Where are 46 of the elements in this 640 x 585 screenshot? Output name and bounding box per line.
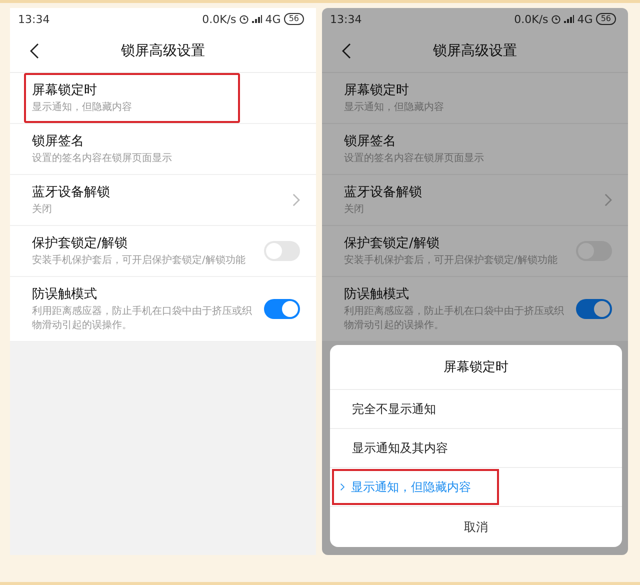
setting-description: 设置的签名内容在锁屏页面显示	[32, 152, 173, 166]
status-time: 13:34	[330, 12, 362, 26]
setting-title[interactable]: 蓝牙设备解锁	[32, 183, 284, 201]
signal-icon	[564, 14, 574, 24]
dialog-option[interactable]: 完全不显示通知	[332, 391, 456, 427]
toggle-switch[interactable]	[576, 299, 612, 319]
setting-description: 利用距离感应器，防止手机在口袋中由于挤压或织物滑动引起的误操作。	[344, 305, 565, 333]
chevron-icon	[604, 193, 612, 207]
chevron-icon	[340, 483, 345, 491]
setting-title[interactable]: 锁屏签名	[344, 132, 604, 150]
setting-description: 设置的签名内容在锁屏页面显示	[344, 152, 485, 166]
toggle-switch[interactable]	[264, 299, 300, 319]
setting-title[interactable]: 锁屏签名	[32, 132, 292, 150]
setting-title[interactable]: 屏幕锁定时	[32, 81, 232, 99]
battery-level: 56	[596, 13, 616, 25]
setting-title[interactable]: 防误触模式	[32, 285, 256, 303]
page-title: 锁屏高级设置	[121, 42, 205, 60]
chevron-icon	[292, 193, 300, 207]
dialog-title: 屏幕锁定时	[444, 359, 508, 376]
setting-description: 利用距离感应器，防止手机在口袋中由于挤压或织物滑动引起的误操作。	[32, 305, 253, 333]
page-title: 锁屏高级设置	[433, 42, 517, 60]
setting-description: 显示通知，但隐藏内容	[344, 101, 445, 115]
status-time: 13:34	[18, 12, 50, 26]
setting-description: 安装手机保护套后，可开启保护套锁定/解锁功能	[32, 254, 246, 268]
setting-description: 关闭	[32, 203, 53, 217]
battery-level: 56	[284, 13, 304, 25]
network-speed: 0.0K/s	[514, 12, 548, 26]
alarm-icon	[551, 14, 562, 24]
cancel-button[interactable]: 取消	[330, 507, 622, 547]
signal-icon	[252, 14, 262, 24]
toggle-switch[interactable]	[264, 241, 300, 261]
setting-title[interactable]: 保护套锁定/解锁	[32, 234, 256, 252]
setting-title[interactable]: 蓝牙设备解锁	[344, 183, 596, 201]
network-speed: 0.0K/s	[202, 12, 236, 26]
setting-description: 关闭	[344, 203, 365, 217]
alarm-icon	[239, 14, 250, 24]
setting-title[interactable]: 保护套锁定/解锁	[344, 234, 568, 252]
setting-title[interactable]: 屏幕锁定时	[344, 81, 604, 99]
back-icon[interactable]	[30, 43, 39, 59]
setting-description: 显示通知，但隐藏内容	[32, 101, 133, 115]
setting-title[interactable]: 防误触模式	[344, 285, 568, 303]
dialog-option[interactable]: 显示通知及其内容	[332, 430, 468, 466]
network-type: 4G	[577, 12, 593, 26]
network-type: 4G	[265, 12, 281, 26]
setting-description: 安装手机保护套后，可开启保护套锁定/解锁功能	[344, 254, 558, 268]
back-icon[interactable]	[342, 43, 351, 59]
